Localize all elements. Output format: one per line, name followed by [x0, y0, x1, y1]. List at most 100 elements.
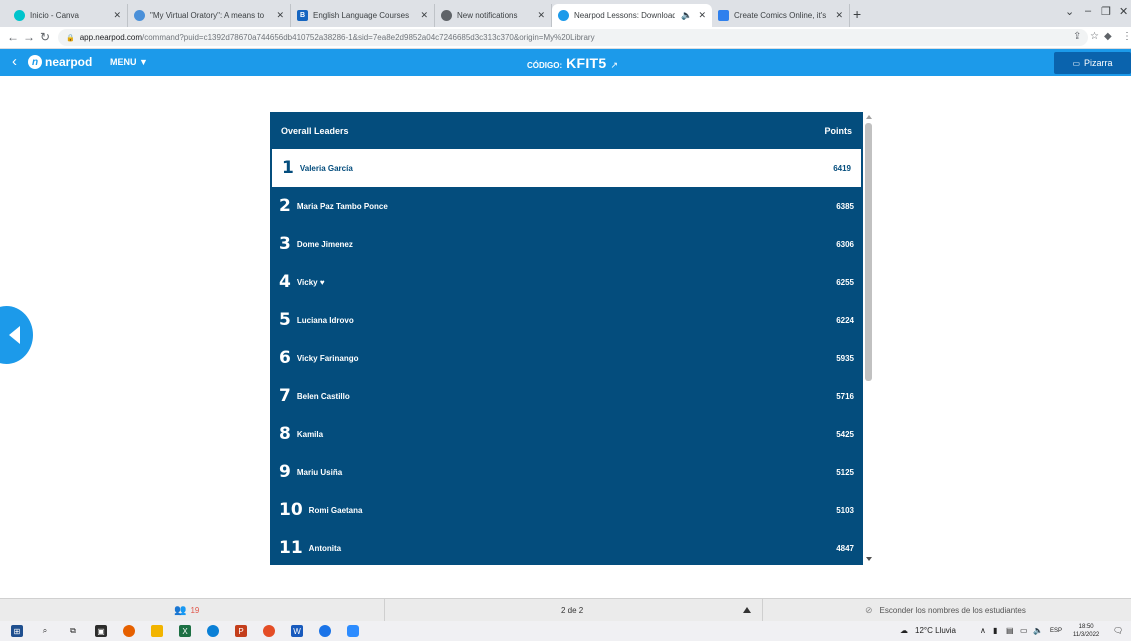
- tray-app-icon[interactable]: ▮: [993, 626, 997, 635]
- more-menu-icon[interactable]: ⋮: [1122, 31, 1131, 42]
- close-icon[interactable]: ✕: [420, 10, 428, 21]
- student-points: 5425: [836, 429, 854, 439]
- audio-icon[interactable]: 🔈: [681, 10, 692, 21]
- weather-text[interactable]: 12°C Lluvia: [915, 626, 956, 635]
- browser-tab-active[interactable]: Nearpod Lessons: Download 🔈 ✕: [552, 4, 712, 27]
- scroll-down-icon[interactable]: [866, 557, 872, 561]
- notifications-icon[interactable]: 🗨: [1113, 626, 1123, 635]
- file-explorer-icon[interactable]: [151, 625, 163, 637]
- nearpod-logo-icon: n: [28, 55, 42, 69]
- student-name: Kamila: [296, 429, 324, 439]
- presenter-footer: 👥 19 2 de 2 ⊘ Esconder los nombres de lo…: [0, 598, 1131, 621]
- task-view-icon[interactable]: ⧉: [67, 625, 79, 637]
- hide-student-names-button[interactable]: ⊘ Esconder los nombres de los estudiante…: [865, 599, 1026, 621]
- close-icon[interactable]: ✕: [537, 10, 545, 21]
- leaderboard-scrollbar[interactable]: [863, 112, 875, 565]
- leaderboard-row: 1 Valeria García 6419: [272, 149, 861, 187]
- leaderboard-list: 1 Valeria García 6419 2 Maria Paz Tambo Po…: [270, 149, 863, 565]
- comics-favicon-icon: [718, 10, 729, 21]
- rank-number: 10: [279, 500, 303, 520]
- tray-display-icon[interactable]: ▤: [1006, 626, 1014, 635]
- rank-number: 1: [282, 158, 294, 178]
- page-indicator: 2 de 2: [561, 605, 584, 615]
- leaderboard-row: 6 Vicky Farinango 5935: [270, 339, 863, 377]
- network-icon[interactable]: ▭: [1020, 626, 1028, 635]
- rank-number: 6: [279, 348, 291, 368]
- close-icon[interactable]: ✕: [276, 10, 284, 21]
- join-code[interactable]: CÓDIGO: KFIT5 ↗: [527, 55, 618, 71]
- share-icon[interactable]: ⇪: [1073, 31, 1081, 42]
- points-column-header: Points: [824, 125, 852, 136]
- nearpod-logo: n nearpod: [28, 55, 92, 69]
- close-icon[interactable]: ✕: [113, 10, 121, 21]
- tab-search-icon[interactable]: ⌄: [1065, 5, 1074, 18]
- search-icon[interactable]: ⌕: [39, 625, 51, 637]
- leaderboard-row: 9 Mariu Usiña 5125: [270, 453, 863, 491]
- canva-favicon-icon: [14, 10, 25, 21]
- browser-tab[interactable]: "My Virtual Oratory": A means to ✕: [128, 4, 291, 27]
- excel-icon[interactable]: X: [179, 625, 191, 637]
- store-icon[interactable]: ▣: [95, 625, 107, 637]
- window-close-icon[interactable]: ✕: [1119, 5, 1128, 18]
- student-name: Valeria García: [299, 163, 353, 173]
- external-link-icon[interactable]: ↗: [611, 60, 619, 71]
- rank-number: 11: [279, 538, 303, 558]
- leaderboard-panel: Overall Leaders Points 1 Valeria García 6…: [270, 112, 875, 565]
- close-icon[interactable]: ✕: [835, 10, 843, 21]
- b-favicon-icon: B: [297, 10, 308, 21]
- student-name: Antonita: [308, 543, 342, 553]
- leaderboard-row: 3 Dome Jimenez 6306: [270, 225, 863, 263]
- bookmark-star-icon[interactable]: ☆: [1090, 31, 1099, 42]
- back-icon[interactable]: ←: [7, 30, 19, 44]
- edge-icon[interactable]: [207, 625, 219, 637]
- extension-icon[interactable]: ◆: [1104, 31, 1112, 42]
- student-points: 6385: [836, 201, 854, 211]
- rank-number: 3: [279, 234, 291, 254]
- tray-chevron-icon[interactable]: ∧: [980, 626, 986, 635]
- rank-number: 9: [279, 462, 291, 482]
- zoom-icon[interactable]: [347, 625, 359, 637]
- word-icon[interactable]: W: [291, 625, 303, 637]
- system-clock[interactable]: 18:50 11/3/2022: [1073, 623, 1099, 639]
- leaderboard-row: 4 Vicky ♥ 6255: [270, 263, 863, 301]
- browser-tab[interactable]: Create Comics Online, it's Fun & Ea ✕: [712, 4, 850, 27]
- student-points: 5935: [836, 353, 854, 363]
- students-count-button[interactable]: 👥 19: [174, 599, 199, 621]
- previous-slide-button[interactable]: [0, 306, 33, 364]
- input-language[interactable]: ESP: [1050, 628, 1062, 634]
- reload-icon[interactable]: ↻: [40, 30, 50, 44]
- minimize-icon[interactable]: –: [1085, 5, 1091, 17]
- footer-divider: [384, 599, 385, 621]
- rank-number: 7: [279, 386, 291, 406]
- maximize-icon[interactable]: ❐: [1101, 5, 1111, 18]
- student-name: Romi Gaetana: [308, 505, 363, 515]
- chrome-icon[interactable]: [319, 625, 331, 637]
- url-input[interactable]: 🔒 app.nearpod.com/command?puid=c1392d786…: [58, 29, 1088, 46]
- student-name: Vicky ♥: [296, 277, 325, 287]
- new-tab-icon[interactable]: +: [853, 6, 861, 22]
- pizarra-button[interactable]: ▭ Pizarra: [1054, 52, 1131, 74]
- close-icon[interactable]: ✕: [698, 10, 706, 21]
- rank-number: 8: [279, 424, 291, 444]
- expand-slides-icon[interactable]: [743, 607, 751, 613]
- weather-icon[interactable]: ☁: [900, 626, 908, 635]
- powerpoint-icon[interactable]: P: [235, 625, 247, 637]
- volume-icon[interactable]: 🔈: [1033, 626, 1043, 635]
- browser-tab[interactable]: Inicio - Canva ✕: [8, 4, 128, 27]
- scrollbar-thumb[interactable]: [865, 123, 872, 381]
- browser-tab[interactable]: New notifications ✕: [435, 4, 552, 27]
- rank-number: 5: [279, 310, 291, 330]
- forward-icon[interactable]: →: [23, 30, 35, 44]
- browser-tab-strip: Inicio - Canva ✕ "My Virtual Oratory": A…: [0, 0, 1131, 27]
- eye-slash-icon: ⊘: [865, 604, 873, 615]
- chrome-alt-icon[interactable]: [263, 625, 275, 637]
- leaderboard-row: 2 Maria Paz Tambo Ponce 6385: [270, 187, 863, 225]
- menu-button[interactable]: MENU ▼: [110, 57, 148, 67]
- student-name: Belen Castillo: [296, 391, 350, 401]
- students-icon: 👥: [174, 604, 187, 616]
- browser-tab[interactable]: B English Language Courses ✕: [291, 4, 435, 27]
- firefox-icon[interactable]: [123, 625, 135, 637]
- windows-start-icon[interactable]: ⊞: [11, 625, 23, 637]
- back-chevron-icon[interactable]: ‹: [12, 53, 17, 70]
- scroll-up-icon[interactable]: [866, 115, 872, 119]
